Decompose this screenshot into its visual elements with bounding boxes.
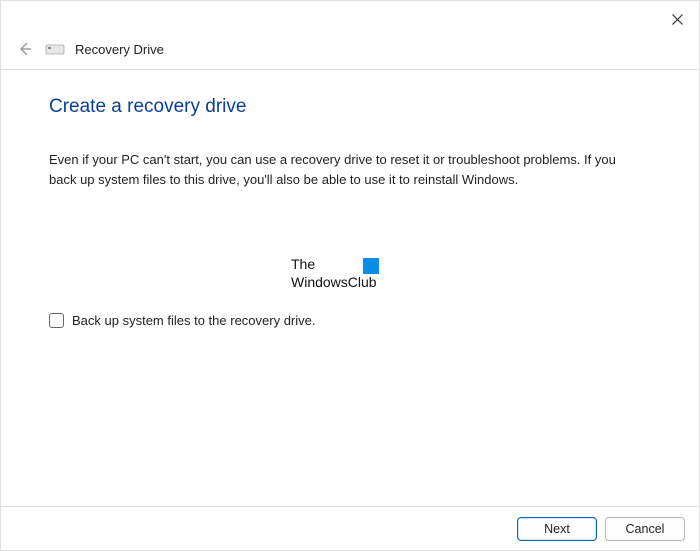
backup-checkbox-label: Back up system files to the recovery dri… (72, 313, 315, 328)
drive-icon (45, 42, 65, 56)
page-heading: Create a recovery drive (49, 96, 651, 118)
back-arrow-icon (17, 41, 33, 57)
watermark-line2: WindowsClub (291, 274, 377, 292)
cancel-button[interactable]: Cancel (605, 517, 685, 541)
backup-checkbox[interactable] (49, 313, 64, 328)
checkbox-row: Back up system files to the recovery dri… (49, 313, 651, 328)
watermark: The WindowsClub (291, 256, 377, 291)
close-icon (672, 14, 683, 25)
next-button[interactable]: Next (517, 517, 597, 541)
header-row: Recovery Drive (1, 37, 699, 69)
page-description: Even if your PC can't start, you can use… (49, 150, 629, 189)
header-title: Recovery Drive (75, 42, 164, 57)
back-button[interactable] (15, 39, 35, 59)
watermark-line1: The (291, 256, 377, 274)
footer: Next Cancel (1, 506, 699, 550)
close-button[interactable] (661, 7, 693, 31)
titlebar (1, 1, 699, 37)
